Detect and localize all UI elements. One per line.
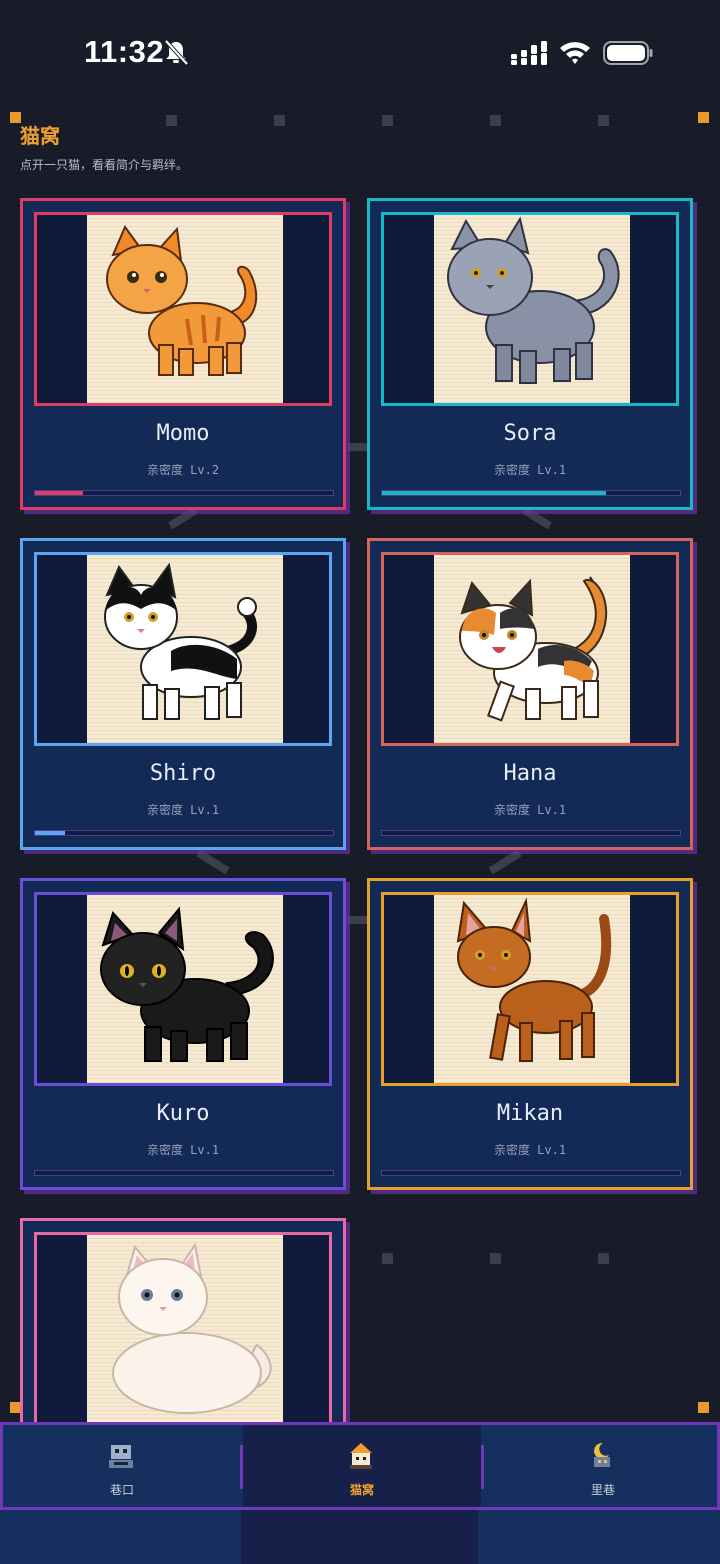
grey-fluffy-cat-icon <box>447 216 620 384</box>
grid-dot <box>382 115 393 126</box>
cat-photo <box>434 215 630 403</box>
affinity-progress-bar <box>34 1170 334 1176</box>
corner-marker <box>698 112 709 123</box>
card-connector <box>196 849 230 875</box>
cat-name: Mikan <box>496 1101 564 1126</box>
cat-photo-frame <box>34 892 332 1086</box>
card-connector <box>488 849 522 875</box>
nav-label: 里巷 <box>590 1483 615 1497</box>
bottom-nav: 巷口 猫窝 里巷 <box>0 1422 720 1510</box>
affinity-progress-fill <box>35 831 65 835</box>
affinity-progress-bar <box>381 830 681 836</box>
white-fluffy-cat-icon <box>112 1242 272 1414</box>
cat-affinity-level: 亲密度 Lv.1 <box>146 1143 220 1157</box>
status-time: 11:32 <box>84 34 165 69</box>
grid-dot <box>598 1253 609 1264</box>
cat-photo-frame <box>381 552 679 746</box>
cat-card-mikan[interactable]: Mikan 亲密度 Lv.1 <box>367 878 693 1190</box>
battery-icon <box>603 41 653 65</box>
cat-name: Momo <box>156 421 210 446</box>
cat-affinity-level: 亲密度 Lv.1 <box>493 803 567 817</box>
bell-slash-icon <box>164 39 189 66</box>
cat-photo-frame <box>34 1232 332 1426</box>
card-connector <box>522 506 552 530</box>
cat-card-hana[interactable]: Hana 亲密度 Lv.1 <box>367 538 693 850</box>
cat-photo <box>87 215 283 403</box>
cat-photo <box>87 555 283 743</box>
cat-photo <box>87 1235 283 1423</box>
cat-photo <box>434 895 630 1083</box>
calico-cat-icon <box>459 576 608 722</box>
tab-cat-den[interactable]: 猫窝 <box>243 1425 481 1507</box>
grid-dot <box>598 115 609 126</box>
cat-affinity-level: 亲密度 Lv.1 <box>493 463 567 477</box>
grid-dot <box>274 115 285 126</box>
page-title: 猫窝 <box>20 124 60 148</box>
cat-affinity-level: 亲密度 Lv.1 <box>493 1143 567 1157</box>
black-white-cat-icon <box>104 562 257 720</box>
affinity-progress-fill <box>382 491 606 495</box>
cat-photo <box>87 895 283 1083</box>
cat-card-shiro[interactable]: Shiro 亲密度 Lv.1 <box>20 538 346 850</box>
cat-name: Hana <box>503 761 557 786</box>
cat-photo-frame <box>34 212 332 406</box>
grid-dot <box>166 115 177 126</box>
cat-affinity-level: 亲密度 Lv.2 <box>146 463 220 477</box>
affinity-progress-bar <box>381 490 681 496</box>
cat-affinity-level: 亲密度 Lv.1 <box>146 803 220 817</box>
moon-lantern-icon <box>594 1442 610 1467</box>
status-bar: 11:32 <box>0 0 720 100</box>
nav-safe-area-active <box>241 1510 478 1564</box>
affinity-progress-bar <box>34 830 334 836</box>
cat-card-kuro[interactable]: Kuro 亲密度 Lv.1 <box>20 878 346 1190</box>
cat-card-sora[interactable]: Sora 亲密度 Lv.1 <box>367 198 693 510</box>
abyssinian-cat-icon <box>456 897 612 1062</box>
cat-card-momo[interactable]: Momo 亲密度 Lv.2 <box>20 198 346 510</box>
tab-alley-entrance[interactable]: 巷口 <box>3 1425 241 1507</box>
grid-dot <box>382 1253 393 1264</box>
orange-tabby-cat-icon <box>106 224 258 376</box>
cat-name: Shiro <box>149 761 217 786</box>
grid-dot <box>490 115 501 126</box>
robot-icon <box>109 1445 133 1468</box>
cellular-signal-icon <box>511 41 547 65</box>
corner-marker <box>698 1402 709 1413</box>
tab-back-alley[interactable]: 里巷 <box>484 1425 720 1507</box>
affinity-progress-fill <box>35 491 83 495</box>
black-cat-icon <box>100 906 274 1062</box>
cat-house-icon <box>350 1443 372 1469</box>
page-subtitle: 点开一只猫，看看简介与羁绊。 <box>20 158 189 172</box>
nav-label: 猫窝 <box>349 1483 374 1497</box>
affinity-progress-bar <box>381 1170 681 1176</box>
cat-photo-frame <box>34 552 332 746</box>
card-connector <box>168 506 198 530</box>
cat-photo-frame <box>381 212 679 406</box>
cat-den-screen: 11:32 猫窝 点开一只猫，看看简介与羁绊。 Momo 亲密度 Lv.2 So… <box>0 0 720 1564</box>
affinity-progress-bar <box>34 490 334 496</box>
grid-dot <box>490 1253 501 1264</box>
wifi-icon <box>560 42 590 64</box>
cat-name: Sora <box>503 421 557 446</box>
cat-name: Kuro <box>156 1101 210 1126</box>
cat-photo-frame <box>381 892 679 1086</box>
nav-label: 巷口 <box>109 1483 134 1497</box>
cat-photo <box>434 555 630 743</box>
